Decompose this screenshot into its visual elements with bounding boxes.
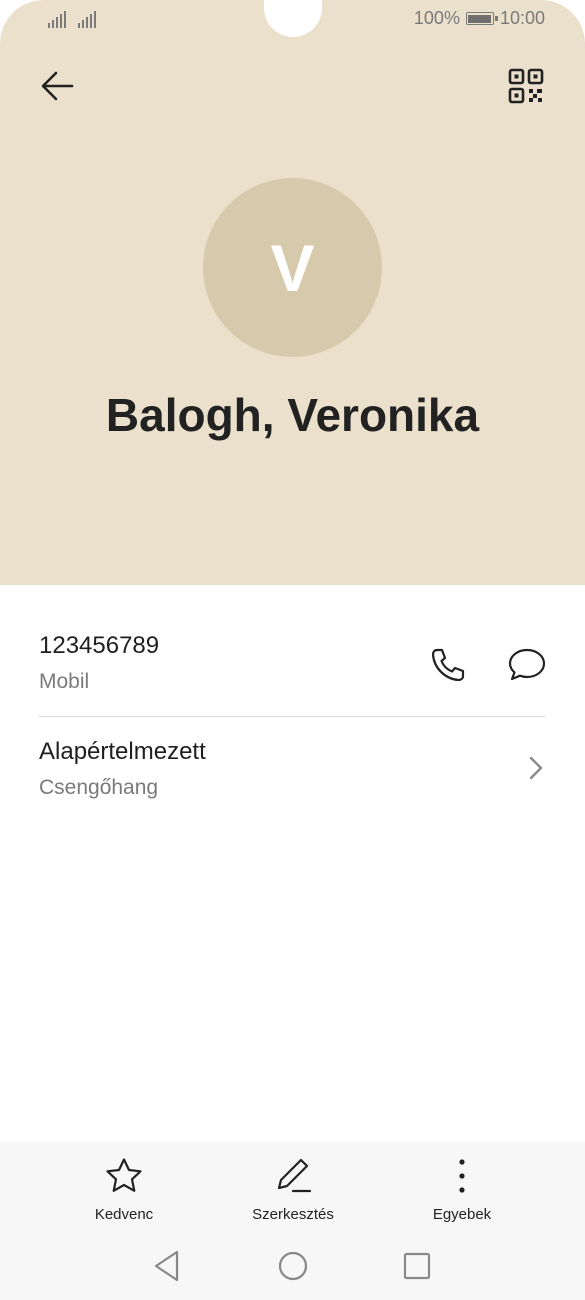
call-button[interactable] <box>428 645 468 685</box>
more-button[interactable]: Egyebek <box>402 1156 522 1223</box>
ringtone-value: Alapértelmezett <box>39 738 206 765</box>
back-arrow-icon <box>41 71 74 101</box>
qr-code-icon <box>508 68 544 104</box>
avatar-initial: V <box>270 230 315 305</box>
chevron-right-icon <box>524 754 548 782</box>
pencil-icon <box>277 1158 312 1193</box>
phone-number: 123456789 <box>39 632 160 659</box>
edit-button[interactable]: Szerkesztés <box>233 1156 353 1223</box>
phone-icon <box>431 648 465 682</box>
message-bubble-icon <box>508 648 546 681</box>
phone-type: Mobil <box>39 670 90 693</box>
circle-home-icon <box>278 1251 308 1281</box>
clock: 10:00 <box>499 8 545 28</box>
nav-recents-button[interactable] <box>401 1248 433 1289</box>
contact-name: Balogh, Veronika <box>105 389 480 441</box>
more-label: Egyebek <box>432 1206 492 1223</box>
phone-number-row[interactable]: 123456789 Mobil <box>39 632 546 717</box>
signal-indicators <box>48 10 96 28</box>
back-button[interactable] <box>36 64 80 108</box>
square-recents-icon <box>403 1252 431 1280</box>
star-icon <box>106 1158 142 1192</box>
status-right: 100% 10:00 <box>414 8 545 29</box>
signal-icon <box>48 10 66 28</box>
contact-avatar[interactable]: V <box>203 178 382 357</box>
message-button[interactable] <box>506 645 548 685</box>
battery-icon <box>465 12 498 25</box>
qr-code-button[interactable] <box>506 66 546 106</box>
battery-percent: 100% <box>413 8 460 28</box>
favorite-button[interactable]: Kedvenc <box>64 1156 184 1223</box>
signal-icon <box>78 10 96 28</box>
nav-home-button[interactable] <box>276 1248 310 1289</box>
triangle-back-icon <box>154 1250 179 1282</box>
more-vertical-icon <box>459 1159 465 1193</box>
nav-back-button[interactable] <box>151 1248 183 1289</box>
favorite-label: Kedvenc <box>94 1206 154 1223</box>
ringtone-label: Csengőhang <box>39 776 159 799</box>
ringtone-row[interactable]: Alapértelmezett Csengőhang <box>39 738 546 810</box>
edit-label: Szerkesztés <box>252 1206 334 1223</box>
